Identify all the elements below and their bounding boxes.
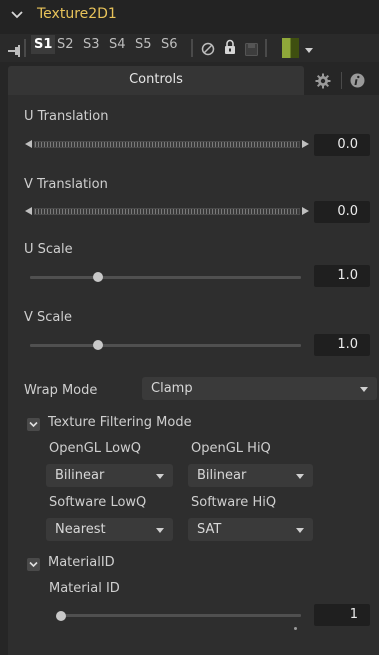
software-lowq-value: Nearest (55, 522, 106, 537)
v-scale-slider-handle[interactable] (93, 340, 103, 350)
texture-filtering-checkbox[interactable] (27, 418, 40, 431)
opengl-lowq-label: OpenGL LowQ (49, 441, 142, 456)
toolbar-divider (265, 39, 267, 57)
wrap-mode-label: Wrap Mode (24, 383, 98, 398)
texture-filtering-label: Texture Filtering Mode (48, 415, 192, 430)
disable-icon[interactable] (201, 41, 215, 60)
software-lowq-dropdown[interactable]: Nearest (46, 518, 173, 541)
software-hiq-value: SAT (197, 522, 222, 537)
wrap-mode-dropdown[interactable]: Clamp (142, 377, 377, 400)
pin-icon[interactable] (8, 42, 22, 61)
tab-divider (341, 72, 342, 89)
opengl-hiq-dropdown[interactable]: Bilinear (188, 464, 313, 487)
u-translation-label: U Translation (24, 109, 109, 124)
opengl-hiq-value: Bilinear (197, 468, 247, 483)
software-hiq-dropdown[interactable]: SAT (188, 518, 313, 541)
default-marker (294, 627, 297, 630)
software-hiq-label: Software HiQ (191, 495, 277, 510)
chevron-down-icon (156, 474, 164, 479)
materialid-group-label: MaterialID (48, 555, 115, 570)
color-swatch[interactable] (282, 38, 299, 58)
chevron-down-icon (360, 387, 368, 392)
v-translation-thumbwheel[interactable] (25, 207, 309, 216)
checkbox-icon (29, 561, 38, 568)
toolbar-divider (191, 39, 193, 57)
material-id-slider-track[interactable] (60, 614, 301, 617)
slot-s3-button[interactable]: S3 (83, 37, 100, 52)
gear-icon[interactable] (315, 73, 331, 93)
u-scale-slider-track[interactable] (30, 276, 301, 279)
chevron-down-icon (296, 528, 304, 533)
opengl-lowq-dropdown[interactable]: Bilinear (46, 464, 173, 487)
material-id-label: Material ID (49, 581, 120, 596)
chevron-down-icon (156, 528, 164, 533)
lock-icon[interactable] (224, 39, 236, 59)
toolbar-divider (24, 39, 26, 57)
save-icon[interactable] (245, 41, 258, 60)
tool-title: Texture2D1 (37, 6, 117, 22)
v-scale-label: V Scale (24, 310, 73, 325)
material-id-slider-handle[interactable] (56, 611, 66, 621)
opengl-lowq-value: Bilinear (55, 468, 105, 483)
slot-s2-button[interactable]: S2 (57, 37, 74, 52)
slot-s4-button[interactable]: S4 (109, 37, 126, 52)
checkbox-icon (29, 421, 38, 428)
u-translation-thumbwheel[interactable] (25, 140, 309, 149)
wrap-mode-value: Clamp (151, 381, 193, 396)
u-translation-value-field[interactable]: 0.0 (314, 134, 370, 156)
slot-s6-button[interactable]: S6 (161, 37, 178, 52)
tab-controls-label: Controls (129, 72, 183, 87)
software-lowq-label: Software LowQ (49, 495, 147, 510)
materialid-checkbox[interactable] (27, 558, 40, 571)
slot-s5-button[interactable]: S5 (135, 37, 152, 52)
v-translation-value-field[interactable]: 0.0 (314, 201, 370, 223)
slot-s1-button[interactable]: S1 (31, 35, 56, 54)
u-scale-slider-handle[interactable] (93, 272, 103, 282)
opengl-hiq-label: OpenGL HiQ (191, 441, 271, 456)
chevron-down-icon[interactable] (10, 7, 24, 26)
u-scale-value-field[interactable]: 1.0 (314, 265, 370, 287)
info-icon[interactable] (350, 73, 365, 92)
v-translation-label: V Translation (24, 177, 108, 192)
material-id-value-field[interactable]: 1 (314, 604, 370, 626)
chevron-down-icon (296, 474, 304, 479)
v-scale-value-field[interactable]: 1.0 (314, 334, 370, 356)
u-scale-label: U Scale (24, 242, 73, 257)
v-scale-slider-track[interactable] (30, 344, 301, 347)
chevron-down-icon[interactable] (305, 48, 313, 53)
